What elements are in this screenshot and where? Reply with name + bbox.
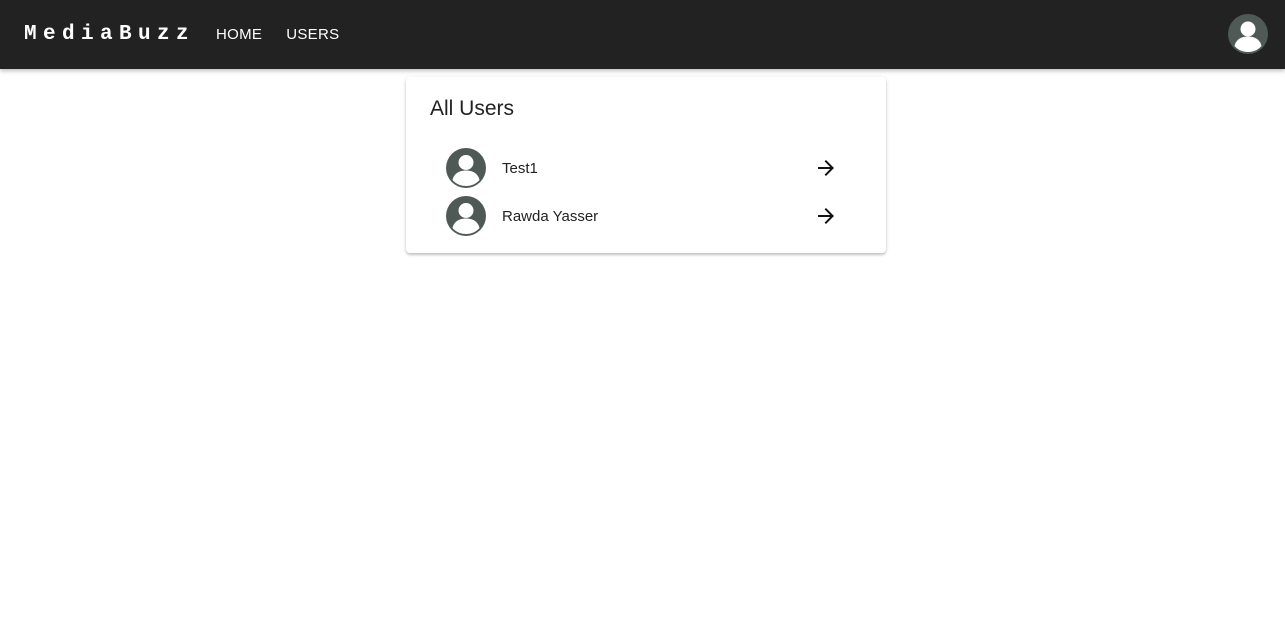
nav-users-link[interactable]: USERS xyxy=(282,20,343,49)
brand-logo[interactable]: MediaBuzz xyxy=(24,23,190,46)
person-avatar-icon xyxy=(446,196,486,236)
arrow-right-icon[interactable] xyxy=(814,204,838,228)
card-title: All Users xyxy=(430,97,515,120)
user-list: Test1 Rawda Yasser xyxy=(446,144,858,240)
main-nav: HOME USERS xyxy=(190,20,343,49)
user-name: Rawda Yasser xyxy=(502,207,599,225)
user-name: Test1 xyxy=(502,159,538,177)
user-list-item[interactable]: Rawda Yasser xyxy=(446,192,858,240)
person-avatar-icon xyxy=(446,148,486,188)
account-avatar-icon xyxy=(1228,14,1268,54)
nav-home-link[interactable]: HOME xyxy=(212,20,266,49)
app-bar: MediaBuzz HOME USERS xyxy=(0,0,1285,69)
account-avatar-button[interactable] xyxy=(1228,14,1268,54)
user-list-item[interactable]: Test1 xyxy=(446,144,858,192)
arrow-right-icon[interactable] xyxy=(814,156,838,180)
all-users-card: All Users Test1 Rawda Yasser xyxy=(406,77,886,253)
